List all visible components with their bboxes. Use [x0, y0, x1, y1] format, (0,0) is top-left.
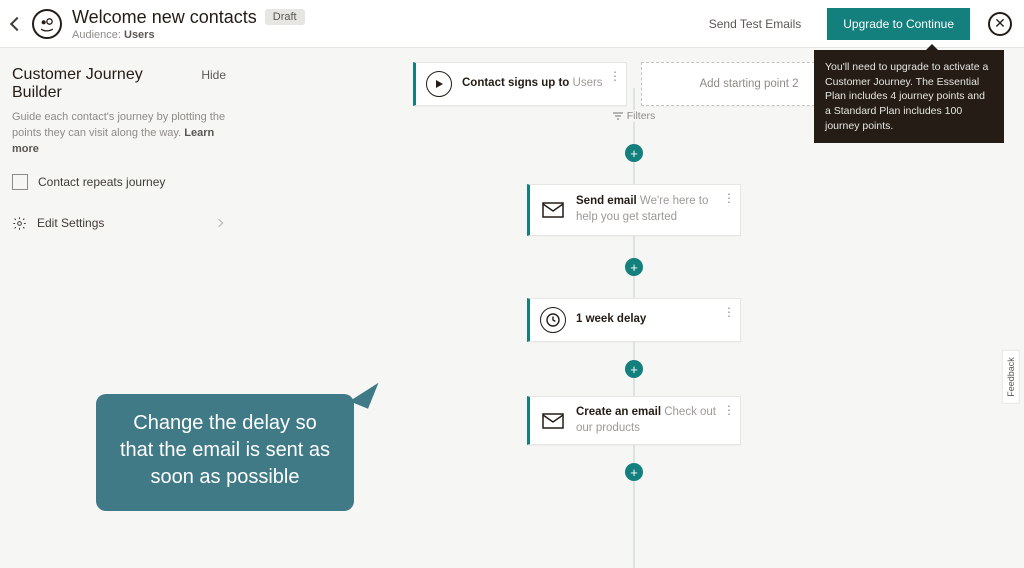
clock-icon [540, 307, 566, 333]
kebab-icon[interactable]: ⋮ [723, 305, 734, 319]
audience-line: Audience: Users [72, 29, 305, 41]
repeat-journey-label: Contact repeats journey [38, 175, 165, 189]
draft-badge: Draft [265, 9, 305, 25]
filters-button[interactable]: Filters [527, 110, 741, 122]
send-email-card[interactable]: Send email We're here to help you get st… [527, 184, 741, 236]
delay-card[interactable]: 1 week delay ⋮ [527, 298, 741, 342]
starting-point-card[interactable]: Contact signs up to Users ⋮ [413, 62, 627, 106]
repeat-journey-row[interactable]: Contact repeats journey [12, 174, 226, 190]
play-icon [426, 71, 452, 97]
send-test-button[interactable]: Send Test Emails [693, 8, 818, 40]
gear-icon [12, 216, 27, 231]
upgrade-tooltip: You'll need to upgrade to activate a Cus… [814, 50, 1004, 143]
sidebar-title: Customer Journey Builder [12, 66, 189, 102]
title-block: Welcome new contacts Draft Audience: Use… [72, 7, 305, 41]
add-step-button[interactable]: + [625, 258, 643, 276]
kebab-icon[interactable]: ⋮ [609, 69, 620, 83]
upgrade-button[interactable]: Upgrade to Continue [827, 8, 970, 40]
chevron-right-icon [215, 219, 223, 227]
filter-icon [613, 112, 623, 120]
kebab-icon[interactable]: ⋮ [723, 403, 734, 417]
kebab-icon[interactable]: ⋮ [723, 191, 734, 205]
add-step-button[interactable]: + [625, 463, 643, 481]
top-bar: Welcome new contacts Draft Audience: Use… [0, 0, 1024, 48]
edit-settings-row[interactable]: Edit Settings [12, 216, 226, 231]
envelope-icon [540, 197, 566, 223]
add-step-button[interactable]: + [625, 360, 643, 378]
instruction-callout: Change the delay so that the email is se… [96, 394, 354, 511]
create-email-card[interactable]: Create an email Check out our products ⋮ [527, 396, 741, 445]
sidebar-description: Guide each contact's journey by plotting… [12, 110, 226, 158]
hide-sidebar[interactable]: Hide [201, 68, 226, 82]
checkbox-icon[interactable] [12, 174, 28, 190]
mailchimp-logo [32, 9, 62, 39]
page-title: Welcome new contacts [72, 7, 257, 28]
envelope-icon [540, 408, 566, 434]
close-icon[interactable]: ✕ [988, 12, 1012, 36]
add-step-button[interactable]: + [625, 144, 643, 162]
back-icon[interactable] [10, 16, 24, 30]
